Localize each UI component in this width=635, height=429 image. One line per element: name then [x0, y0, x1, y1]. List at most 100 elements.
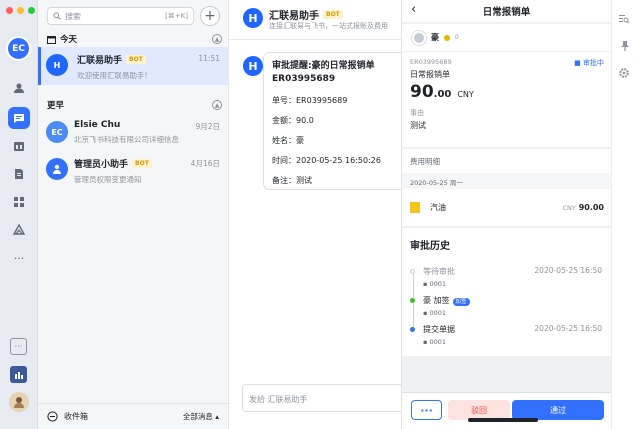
- chat-item-huilianyi[interactable]: H 汇联易助手 BOT 欢迎使用汇联易助手! 11:51: [38, 47, 228, 85]
- bot-badge: BOT: [323, 10, 343, 19]
- fuel-icon: [410, 202, 420, 213]
- card-row: 金额：90.0: [272, 116, 314, 125]
- chat-time: 11:51: [198, 54, 220, 63]
- conversation-header: H 汇联易助手 BOT 连接汇联易与飞书，一站式报账及费用: [229, 0, 401, 40]
- approval-card[interactable]: 审批提醒:豪的日常报销单 ER03995689 单号：ER03995689 金额…: [263, 52, 408, 190]
- chat-name: 管理员小助手: [74, 160, 129, 170]
- left-rail: EC ··· ···: [0, 0, 38, 429]
- done-dot-icon: [410, 298, 415, 303]
- pending-dot-icon: [410, 269, 415, 274]
- card-row: 姓名：豪: [272, 136, 304, 145]
- chat-time: 9月2日: [195, 122, 220, 131]
- workplace-icon[interactable]: [11, 222, 27, 238]
- section-earlier[interactable]: 更早 ▲: [47, 99, 222, 111]
- elsie-avatar: EC: [46, 121, 68, 143]
- chat-name: 汇联易助手: [77, 56, 123, 66]
- conversation-title: 汇联易助手: [269, 11, 319, 22]
- card-row: 单号：ER03995689: [272, 96, 348, 105]
- close-window-button[interactable]: [6, 7, 13, 14]
- more-actions-button[interactable]: ···: [411, 400, 442, 420]
- profile-photo-icon[interactable]: [9, 392, 29, 412]
- collapse-icon[interactable]: ▲: [212, 100, 222, 110]
- chat-time: 4月16日: [190, 159, 220, 168]
- conversation-subtitle: 连接汇联易与飞书，一站式报账及费用: [269, 22, 388, 30]
- collapse-icon[interactable]: ▲: [212, 34, 222, 44]
- applicant-level: 0: [455, 34, 459, 41]
- chat-icon[interactable]: [8, 107, 30, 129]
- reject-button[interactable]: 驳回: [448, 400, 510, 420]
- applicant-name: 豪: [431, 33, 439, 42]
- fee-item-amount: CNY 90.00: [562, 203, 604, 212]
- search-placeholder: 搜索: [65, 11, 81, 21]
- reason-label: 事由: [410, 109, 424, 117]
- fee-item[interactable]: 汽油 CNY 90.00: [402, 189, 612, 227]
- card-title: 审批提醒:豪的日常报销单: [272, 61, 375, 71]
- conversation-panel: H 汇联易助手 BOT 连接汇联易与飞书，一站式报账及费用 H 审批提醒:豪的日常…: [229, 0, 412, 429]
- huilianyi-avatar: H: [46, 54, 68, 76]
- card-row: 备注：测试: [272, 176, 312, 185]
- app-shortcut-icon[interactable]: [10, 366, 27, 383]
- applicant-row: 豪 0: [402, 24, 612, 51]
- chat-name: Elsie Chu: [74, 120, 121, 130]
- window-controls: [6, 7, 35, 14]
- user-avatar[interactable]: EC: [6, 36, 31, 61]
- calendar-small-icon: [47, 35, 56, 44]
- pin-icon[interactable]: [618, 40, 630, 52]
- card-row: 时间：2020-05-25 16:50:26: [272, 156, 381, 165]
- right-toolbar: [611, 0, 635, 429]
- inbox-icon: [47, 411, 58, 422]
- contacts-icon[interactable]: [11, 80, 27, 96]
- back-arrow-icon[interactable]: ‹: [411, 2, 416, 17]
- more-icon[interactable]: ···: [11, 250, 27, 266]
- section-today-label: 今天: [60, 35, 78, 45]
- home-indicator: [468, 418, 538, 422]
- section-earlier-label: 更早: [47, 101, 65, 111]
- expense-detail-panel: ‹ 日常报销单 豪 0 ER03995689 ■ 审批中 日常报销单 90.00…: [401, 0, 612, 429]
- approval-history: 审批历史 等待审批 2020-05-25 16:50 ▪ 0001 豪 加签 加签…: [402, 228, 612, 356]
- docs-icon[interactable]: [11, 166, 27, 182]
- search-icon: [53, 12, 61, 20]
- inbox-bar[interactable]: 收件箱 全部消息 ▴: [38, 403, 228, 429]
- doc-type: 日常报销单: [410, 70, 450, 79]
- status-badge: ■ 审批中: [574, 59, 604, 67]
- chat-list-panel: 搜索 [⌘+K] + 今天 ▲ H 汇联易助手 BOT 欢迎使用汇联易助手! 11…: [38, 0, 229, 429]
- approve-button[interactable]: 通过: [512, 400, 604, 420]
- expense-summary: ER03995689 ■ 审批中 日常报销单 90.00 CNY 事由 测试: [402, 52, 612, 147]
- reason-value: 测试: [410, 121, 426, 130]
- search-input[interactable]: 搜索 [⌘+K]: [47, 7, 194, 25]
- search-shortcut: [⌘+K]: [165, 12, 188, 20]
- chat-preview: 北京飞书科技有限公司详细信息: [74, 135, 179, 144]
- all-messages-dropdown[interactable]: 全部消息 ▴: [183, 411, 219, 422]
- search-history-icon[interactable]: [618, 13, 630, 25]
- inbox-label: 收件箱: [64, 412, 88, 421]
- action-bar: ··· 驳回 通过: [402, 392, 612, 429]
- chat-preview: 管理员权限变更通知: [74, 175, 142, 184]
- settings-gear-icon[interactable]: [618, 67, 630, 79]
- message-input[interactable]: 发给 汇联易助手: [242, 384, 412, 412]
- fee-item-name: 汽油: [430, 203, 446, 212]
- apps-icon[interactable]: [11, 194, 27, 210]
- bot-avatar: H: [243, 8, 263, 28]
- chat-item-elsie-chu[interactable]: EC Elsie Chu 北京飞书科技有限公司详细信息 9月2日: [38, 114, 228, 152]
- panel-header: ‹ 日常报销单: [402, 0, 611, 22]
- bot-badge: BOT: [126, 55, 146, 64]
- calendar-icon[interactable]: [11, 138, 27, 154]
- card-code: ER03995689: [272, 74, 336, 84]
- bot-badge: BOT: [132, 159, 152, 168]
- history-title: 审批历史: [410, 241, 450, 252]
- fee-detail-header: 费用明细: [402, 149, 612, 173]
- message-avatar: H: [243, 56, 263, 76]
- admin-avatar: [46, 158, 68, 180]
- applicant-avatar: [412, 30, 426, 45]
- amount: 90.00 CNY: [410, 82, 474, 102]
- new-chat-button[interactable]: +: [200, 6, 220, 26]
- chat-item-admin-helper[interactable]: 管理员小助手 BOT 管理员权限变更通知 4月16日: [38, 151, 228, 189]
- panel-title: 日常报销单: [482, 7, 531, 18]
- minimize-window-button[interactable]: [17, 7, 24, 14]
- level-dot-icon: [444, 34, 450, 41]
- more-apps-icon[interactable]: ···: [10, 338, 27, 355]
- section-today[interactable]: 今天 ▲: [47, 33, 222, 45]
- maximize-window-button[interactable]: [28, 7, 35, 14]
- submit-dot-icon: [410, 327, 415, 332]
- fee-date: 2020-05-25 周一: [402, 173, 612, 189]
